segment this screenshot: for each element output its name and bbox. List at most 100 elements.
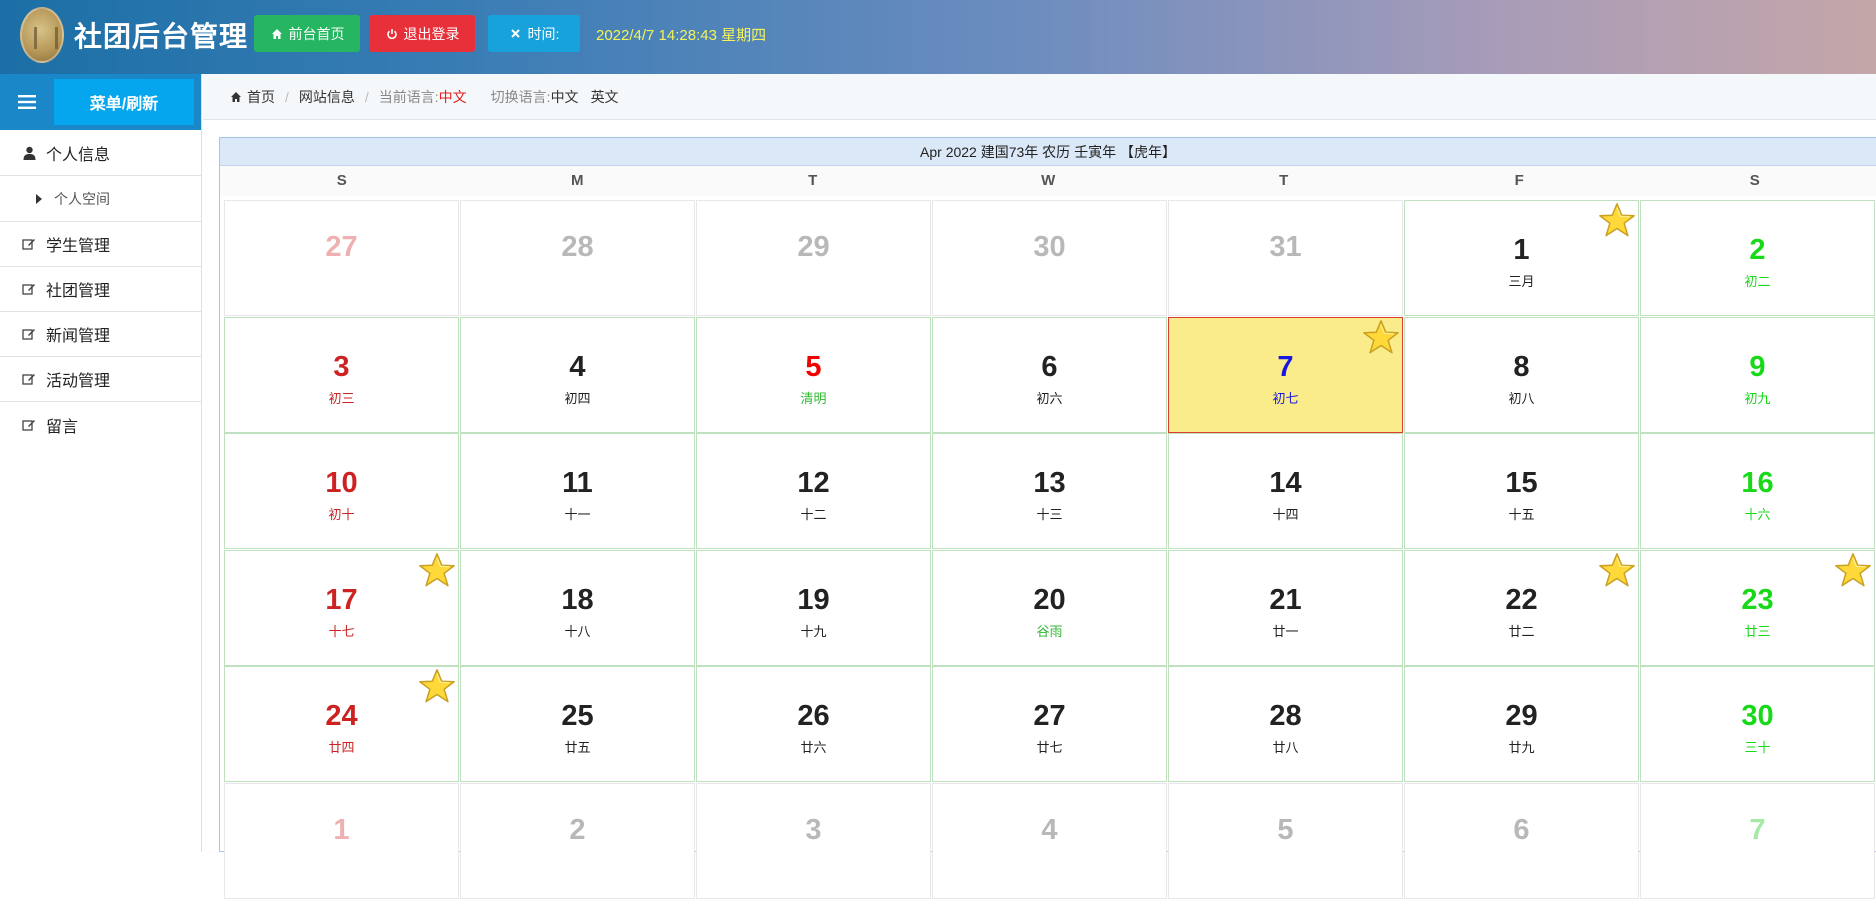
calendar-day[interactable]: 3 初三: [224, 316, 459, 433]
calendar-day[interactable]: 11 十一: [460, 433, 695, 549]
sidebar: 菜单/刷新 个人信息 个人空间 学生管理 社团管理 新闻管理 活动管理 留言: [0, 74, 202, 852]
calendar-day[interactable]: 31: [1168, 200, 1403, 316]
calendar-day[interactable]: 18 十八: [460, 549, 695, 666]
calendar-day[interactable]: 7: [1640, 782, 1875, 899]
sidebar-item-label: 个人空间: [54, 190, 110, 207]
lunar-date: 初七: [1272, 390, 1299, 406]
current-language-label: 当前语言:: [378, 88, 439, 105]
calendar-day[interactable]: 6 初六: [932, 316, 1167, 433]
calendar-day[interactable]: 27 廿七: [932, 666, 1167, 782]
calendar-day[interactable]: 17 十七: [224, 549, 459, 666]
day-number: 15: [1505, 467, 1538, 499]
time-button[interactable]: 时间:: [488, 15, 580, 52]
home-button[interactable]: 前台首页: [254, 15, 360, 52]
lunar-date: 廿六: [800, 740, 827, 755]
calendar-day[interactable]: 5 清明: [696, 316, 931, 433]
calendar-day[interactable]: 28: [460, 200, 695, 316]
calendar-day[interactable]: 24 廿四: [224, 666, 459, 782]
lunar-date: 三月: [1508, 274, 1535, 289]
day-number: 8: [1513, 350, 1530, 383]
lunar-date: 十八: [564, 623, 591, 639]
calendar-day[interactable]: 15 十五: [1404, 433, 1639, 549]
calendar-day[interactable]: 27: [224, 200, 459, 316]
calendar-day[interactable]: 1 三月: [1404, 200, 1639, 316]
sidebar-item-clubs[interactable]: 社团管理: [0, 267, 201, 312]
edit-icon: [22, 237, 36, 251]
calendar-day[interactable]: 3: [696, 782, 931, 899]
logout-button[interactable]: 退出登录: [369, 15, 475, 52]
language-option-zh[interactable]: 中文: [551, 87, 579, 107]
day-number: 21: [1269, 583, 1302, 616]
day-number: 20: [1033, 583, 1066, 616]
edit-icon: [22, 282, 36, 296]
breadcrumb: 首页 / 网站信息 / 当前语言: 中文 切换语言: 中文 英文: [203, 74, 1876, 120]
sidebar-item-students[interactable]: 学生管理: [0, 222, 201, 267]
lunar-date: 三十: [1744, 740, 1771, 755]
day-number: 6: [1041, 350, 1058, 383]
sidebar-item-messages[interactable]: 留言: [0, 402, 201, 447]
calendar-day[interactable]: 9 初九: [1640, 316, 1875, 433]
day-number: 4: [569, 350, 586, 383]
calendar-day[interactable]: 1: [224, 782, 459, 899]
edit-icon: [22, 372, 36, 386]
lunar-date: 初二: [1744, 274, 1771, 289]
calendar-day[interactable]: 30 三十: [1640, 666, 1875, 782]
star-icon: [1362, 318, 1400, 356]
day-number: 1: [333, 813, 350, 846]
calendar-day[interactable]: 21 廿一: [1168, 549, 1403, 666]
calendar-day-today[interactable]: 7 初七: [1168, 316, 1403, 433]
calendar-day[interactable]: 14 十四: [1168, 433, 1403, 549]
app-logo: [20, 7, 64, 63]
current-datetime: 2022/4/7 14:28:43 星期四: [596, 27, 767, 44]
calendar-day[interactable]: 13 十三: [932, 433, 1167, 549]
calendar-day[interactable]: 16 十六: [1640, 433, 1875, 549]
calendar-day[interactable]: 25 廿五: [460, 666, 695, 782]
menu-refresh-button[interactable]: 菜单/刷新: [54, 79, 194, 125]
calendar-day[interactable]: 19 十九: [696, 549, 931, 666]
calendar-day[interactable]: 8 初八: [1404, 316, 1639, 433]
calendar-day[interactable]: 5: [1168, 782, 1403, 899]
day-number: 29: [797, 231, 830, 263]
calendar-day[interactable]: 12 十二: [696, 433, 931, 549]
lunar-date: 初九: [1744, 390, 1771, 406]
switch-language-label: 切换语言:: [490, 88, 551, 105]
lunar-date: 廿一: [1272, 623, 1299, 639]
calendar-day[interactable]: 22 廿二: [1404, 549, 1639, 666]
day-number: 27: [1033, 700, 1066, 732]
sidebar-item-label: 活动管理: [46, 373, 111, 390]
sidebar-item-activities[interactable]: 活动管理: [0, 357, 201, 402]
star-icon: [1598, 551, 1636, 589]
calendar-day[interactable]: 23 廿三: [1640, 549, 1875, 666]
day-number: 6: [1513, 813, 1530, 846]
calendar-day[interactable]: 29 廿九: [1404, 666, 1639, 782]
sidebar-item-news[interactable]: 新闻管理: [0, 312, 201, 357]
day-number: 30: [1741, 700, 1774, 732]
calendar-day[interactable]: 4: [932, 782, 1167, 899]
lunar-date: 初六: [1036, 390, 1063, 406]
hamburger-icon[interactable]: [0, 74, 54, 130]
language-option-en[interactable]: 英文: [591, 87, 619, 107]
calendar-day[interactable]: 29: [696, 200, 931, 316]
calendar-day[interactable]: 2 初二: [1640, 200, 1875, 316]
lunar-date: 十九: [800, 623, 827, 639]
calendar-day[interactable]: 30: [932, 200, 1167, 316]
sidebar-item-profile[interactable]: 个人信息: [0, 130, 201, 176]
calendar-day[interactable]: 10 初十: [224, 433, 459, 549]
breadcrumb-page[interactable]: 网站信息: [299, 87, 355, 107]
lunar-date: 十七: [328, 623, 355, 639]
calendar-day[interactable]: 28 廿八: [1168, 666, 1403, 782]
calendar-day[interactable]: 26 廿六: [696, 666, 931, 782]
sidebar-item-personal-space[interactable]: 个人空间: [0, 176, 201, 222]
calendar-day[interactable]: 4 初四: [460, 316, 695, 433]
calendar-day[interactable]: 2: [460, 782, 695, 899]
weekday-label: F: [1514, 172, 1524, 189]
breadcrumb-home[interactable]: 首页: [247, 87, 275, 107]
day-number: 5: [805, 350, 822, 383]
weekday-label: T: [808, 172, 818, 189]
weekday-label: M: [571, 172, 584, 189]
day-number: 3: [333, 350, 350, 383]
calendar-day[interactable]: 20 谷雨: [932, 549, 1167, 666]
calendar-day[interactable]: 6: [1404, 782, 1639, 899]
lunar-date: 廿九: [1508, 740, 1535, 755]
lunar-date: 清明: [800, 390, 827, 406]
